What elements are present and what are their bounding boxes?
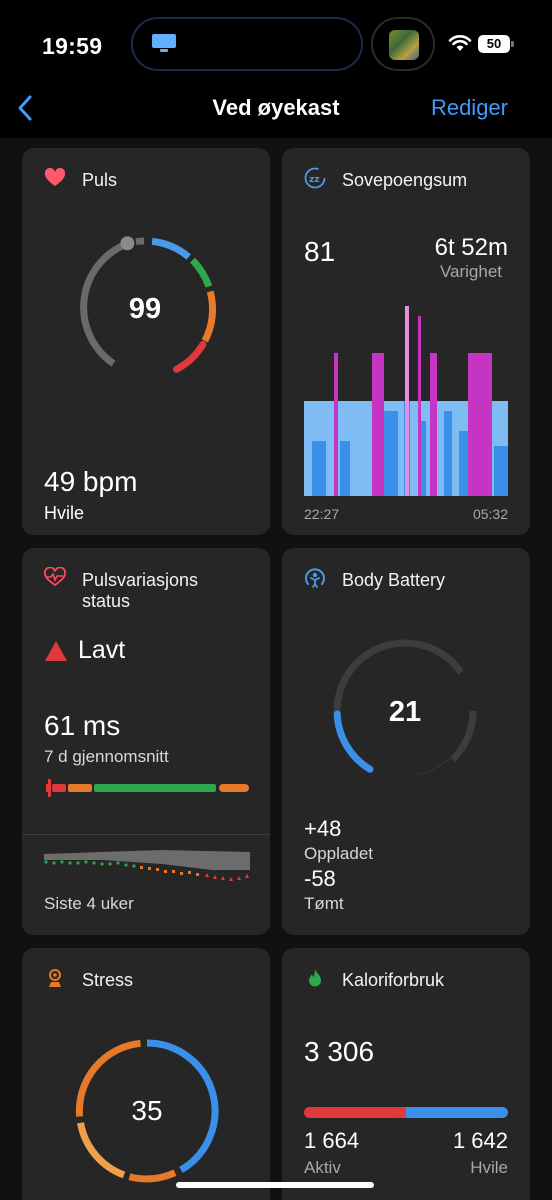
body-battery-title: Body Battery	[342, 570, 446, 590]
battery-level: 50	[478, 35, 510, 53]
calories-card[interactable]: Kaloriforbruk 3 306 1 664 Aktiv 1 642 Hv…	[282, 948, 530, 1200]
pulse-title: Puls	[82, 170, 118, 190]
heart-icon	[44, 167, 66, 186]
calories-active-label: Aktiv	[304, 1158, 341, 1177]
tv-icon	[152, 34, 176, 52]
navigation-bar: Ved øyekast Rediger	[0, 86, 552, 138]
stress-icon	[49, 969, 61, 987]
body-battery-icon	[305, 568, 325, 588]
battery-charged: +48	[304, 816, 342, 841]
calories-title: Kaloriforbruk	[342, 970, 445, 990]
hrv-weeks-label: Siste 4 uker	[44, 894, 134, 913]
album-art-icon	[389, 30, 419, 60]
calories-active: 1 664	[304, 1128, 360, 1153]
hrv-trend-chart	[44, 850, 250, 881]
dynamic-island[interactable]	[131, 17, 363, 71]
body-battery-card[interactable]: Body Battery 21 +48 Oppladet -58 Tømt	[282, 548, 530, 935]
hrv-heart-icon	[44, 567, 66, 587]
glance-content: Puls 99 49 bpm Hvile zz Sovepoengsum 81 …	[0, 138, 552, 1200]
hrv-value: 61 ms	[44, 710, 121, 741]
battery-drained-label: Tømt	[304, 894, 344, 913]
triangle-up-icon	[45, 641, 67, 661]
calories-total: 3 306	[304, 1036, 375, 1067]
status-time: 19:59	[42, 33, 103, 59]
sleep-score: 81	[304, 236, 336, 267]
edit-button[interactable]: Rediger	[431, 95, 508, 121]
flame-icon	[309, 969, 321, 987]
sleep-score-card[interactable]: zz Sovepoengsum 81 6t 52m Varighet 22:27…	[282, 148, 530, 535]
battery-indicator: 50	[478, 35, 514, 53]
sleep-start-time: 22:27	[304, 506, 340, 522]
hrv-range-bar	[46, 779, 249, 797]
hrv-avg-label: 7 d gjennomsnitt	[44, 747, 169, 766]
sleep-duration-label: Varighet	[439, 262, 502, 281]
stress-title: Stress	[82, 970, 134, 990]
stress-value: 35	[131, 1095, 163, 1126]
sleep-duration: 6t 52m	[434, 234, 508, 261]
battery-tip	[511, 41, 514, 47]
media-thumbnail[interactable]	[371, 17, 435, 71]
sleep-stages-chart	[304, 306, 508, 496]
calories-split-bar	[304, 1107, 508, 1118]
sleep-icon: zz	[304, 167, 326, 189]
calories-resting-label: Hvile	[470, 1158, 508, 1177]
sleep-end-time: 05:32	[472, 506, 508, 522]
hrv-status: Lavt	[78, 636, 126, 664]
pulse-value: 99	[128, 293, 162, 325]
battery-charged-label: Oppladet	[304, 844, 373, 863]
body-battery-value: 21	[388, 696, 422, 728]
svg-text:zz: zz	[309, 175, 319, 185]
battery-drained: -58	[304, 866, 336, 891]
wifi-icon	[448, 35, 472, 51]
divider	[22, 834, 270, 835]
resting-label: Hvile	[44, 503, 85, 523]
resting-heart-rate: 49 bpm	[44, 466, 138, 497]
status-bar: 19:59 50	[0, 0, 552, 86]
hrv-title-line2: status	[82, 591, 131, 611]
sleep-title: Sovepoengsum	[342, 170, 468, 190]
stress-card[interactable]: Stress 35	[22, 948, 270, 1200]
pulse-card[interactable]: Puls 99 49 bpm Hvile	[22, 148, 270, 535]
calories-resting: 1 642	[452, 1128, 508, 1153]
hrv-status-card[interactable]: Pulsvariasjons status Lavt 61 ms 7 d gje…	[22, 548, 270, 935]
home-indicator[interactable]	[176, 1182, 374, 1188]
